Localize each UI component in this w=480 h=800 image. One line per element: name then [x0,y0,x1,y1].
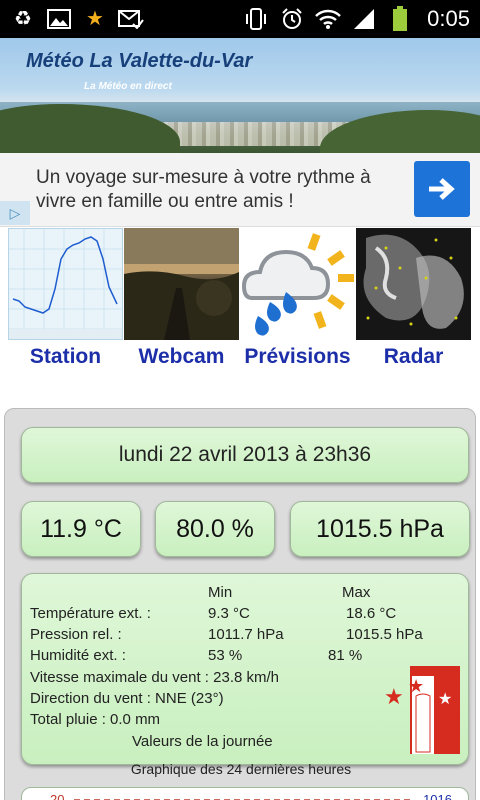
battery-icon [387,6,413,31]
weather-forecast-thumbnail [240,228,355,340]
radar-thumbnail [356,228,471,340]
daily-stats-box: Min Max Température ext. : 9.3 °C 18.6 °… [21,573,469,765]
nav-previsions-label[interactable]: Prévisions [240,345,355,369]
press-max: 1015.5 hPa [346,626,423,643]
svg-text:★: ★ [438,689,452,708]
humidity-box: 80.0 % [155,501,275,557]
day-values-label: Valeurs de la journée [132,733,273,750]
wifi-icon [315,7,342,31]
temp-min: 9.3 °C [208,605,250,622]
hum-max: 81 % [328,647,363,664]
ad-banner[interactable]: Un voyage sur-mesure à votre rythme à vi… [0,153,480,227]
nav-webcam[interactable]: Webcam [124,228,239,369]
status-bar: ♻ ★ 0:05 [0,0,480,38]
alarm-icon [279,7,305,31]
graph-lines [74,799,412,800]
nav-previsions[interactable]: Prévisions [240,228,355,369]
graph-title: Graphique des 24 dernières heures [130,761,352,777]
nav-tiles: Station Webcam Prévisions Radar [0,228,480,378]
ad-go-button[interactable] [414,161,470,217]
col-max-label: Max [342,584,371,601]
coat-of-arms-icon: ★ ★ ★ [384,666,460,754]
signal-icon [351,7,377,31]
col-min-label: Min [208,584,233,601]
temp-max: 18.6 °C [346,605,397,622]
arrow-right-icon [429,178,455,200]
header-banner: Météo La Valette-du-Var La Météo en dire… [0,38,480,153]
svg-text:★: ★ [408,676,424,697]
status-time: 0:05 [427,6,470,31]
app-title: Météo La Valette-du-Var [26,50,253,72]
mail-check-icon [118,7,144,31]
weather-panel: lundi 22 avril 2013 à 23h36 11.9 °C 80.0… [4,408,476,800]
datetime-box: lundi 22 avril 2013 à 23h36 [21,427,469,483]
nav-radar-label[interactable]: Radar [356,345,471,369]
press-label: Pression rel. : [30,626,122,643]
hum-label: Humidité ext. : [30,647,126,664]
temperature-box: 11.9 °C [21,501,141,557]
vibrate-icon [243,7,269,31]
press-min: 1011.7 hPa [208,626,284,643]
recycle-icon: ♻ [14,8,32,30]
wind-direction: Direction du vent : NNE (23°) [30,690,224,707]
graph-24h[interactable]: 20 1016 [21,787,469,800]
nav-station-label[interactable]: Station [8,345,123,369]
svg-text:★: ★ [384,685,404,710]
star-icon: ★ [86,8,104,30]
nav-station[interactable]: Station [8,228,123,369]
app-subtitle: La Météo en direct [84,81,172,92]
webcam-thumbnail [124,228,239,340]
hum-min: 53 % [208,647,243,664]
station-graph-thumbnail [8,228,123,340]
image-icon [46,7,72,31]
nav-webcam-label[interactable]: Webcam [124,345,239,369]
pressure-box: 1015.5 hPa [290,501,470,557]
wind-speed: Vitesse maximale du vent : 23.8 km/h [30,669,280,686]
nav-radar[interactable]: Radar [356,228,471,369]
rain-total: Total pluie : 0.0 mm [30,711,161,728]
ad-choices-icon[interactable]: ▷ [0,201,30,225]
ad-text[interactable]: Un voyage sur-mesure à votre rythme à vi… [36,166,396,214]
temp-label: Température ext. : [30,605,151,622]
